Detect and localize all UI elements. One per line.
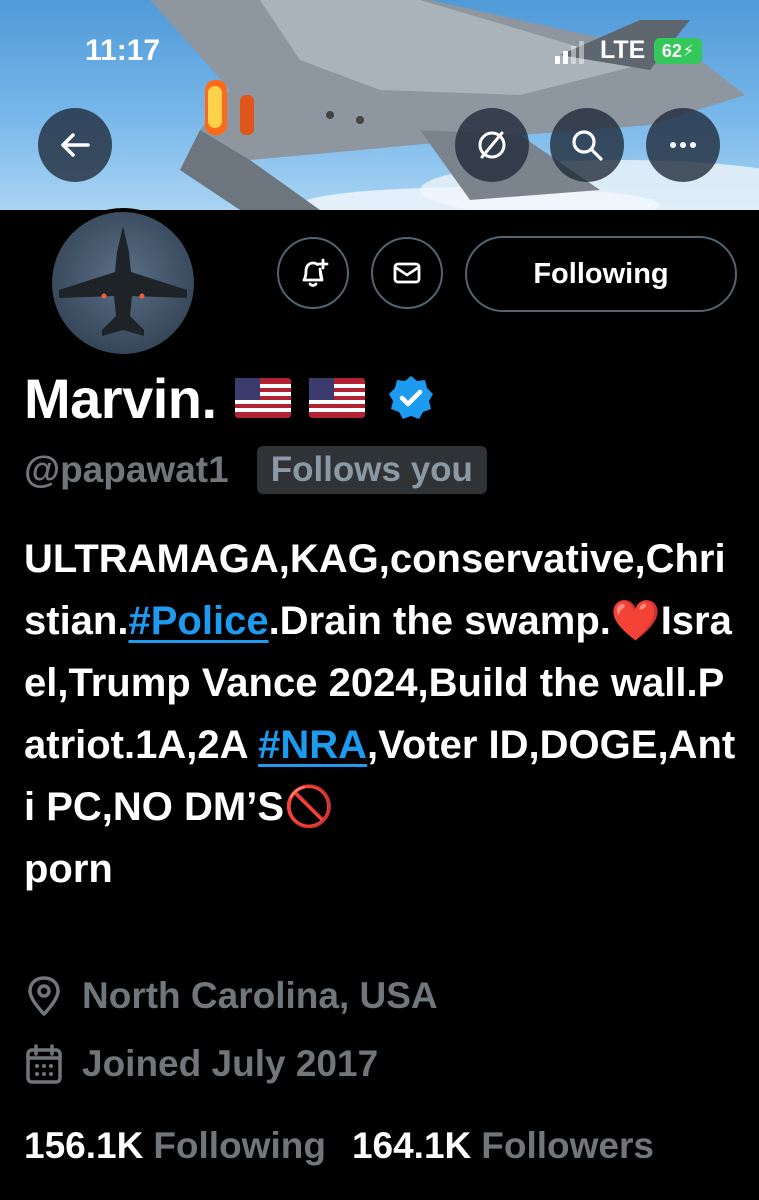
followers-label: Followers (481, 1125, 654, 1166)
following-button[interactable]: Following (465, 236, 737, 312)
arrow-left-icon (61, 133, 90, 157)
fighter-jet-avatar-image (59, 226, 187, 336)
prohibited-emoji: 🚫 (284, 785, 334, 829)
followers-stat-link[interactable]: 164.1K Followers (352, 1125, 654, 1167)
location-pin-icon (28, 976, 60, 1016)
envelope-icon (393, 262, 421, 284)
joined-date-text: Joined July 2017 (82, 1043, 379, 1084)
notifications-button[interactable] (277, 237, 349, 309)
more-horizontal-icon (670, 142, 696, 148)
message-button[interactable] (371, 237, 443, 309)
profile-bio: ULTRAMAGA,KAG,conservative,Christian.#Po… (24, 528, 739, 900)
verified-badge-icon[interactable] (387, 374, 435, 422)
search-icon (572, 130, 603, 161)
back-button[interactable] (38, 108, 112, 182)
calendar-icon (26, 1044, 62, 1084)
follow-stats: 156.1K Following 164.1K Followers (24, 1120, 654, 1172)
hide-reposts-button[interactable] (455, 108, 529, 182)
hashtag-police-link[interactable]: #Police (128, 599, 268, 643)
handle-row: @papawat1 Follows you (24, 444, 487, 496)
charging-bolt-icon: ⚡ (682, 43, 695, 60)
location-row: North Carolina, USA (24, 970, 438, 1022)
bio-text: porn (24, 847, 113, 891)
joined-row: Joined July 2017 (24, 1038, 378, 1090)
hashtag-nra-link[interactable]: #NRA (258, 723, 367, 767)
status-time: 11:17 (85, 34, 161, 67)
signal-strength-icon (555, 40, 584, 64)
follows-you-badge: Follows you (256, 446, 487, 494)
status-bar: 11:17 LTE 62 ⚡ (0, 0, 759, 100)
us-flag-icon (308, 378, 365, 418)
bell-plus-icon (302, 258, 329, 287)
avatar[interactable] (48, 208, 198, 358)
battery-level: 62 (661, 40, 682, 61)
search-button[interactable] (550, 108, 624, 182)
us-flag-icon (234, 378, 291, 418)
username-handle: @papawat1 (24, 449, 229, 490)
battery-icon: 62 ⚡ (654, 38, 702, 64)
location-text: North Carolina, USA (82, 975, 438, 1016)
following-count: 156.1K (24, 1125, 144, 1166)
followers-count: 164.1K (351, 1125, 472, 1166)
eye-slash-icon (478, 131, 506, 159)
bio-text: .Drain the swamp. (268, 599, 611, 643)
display-name: Marvin. (24, 366, 217, 430)
following-stat-link[interactable]: 156.1K Following (24, 1125, 326, 1167)
following-label: Following (153, 1125, 326, 1166)
profile-name-row: Marvin. (24, 362, 435, 434)
more-button[interactable] (646, 108, 720, 182)
network-type: LTE (600, 36, 646, 64)
red-heart-emoji: ❤️ (610, 599, 661, 643)
